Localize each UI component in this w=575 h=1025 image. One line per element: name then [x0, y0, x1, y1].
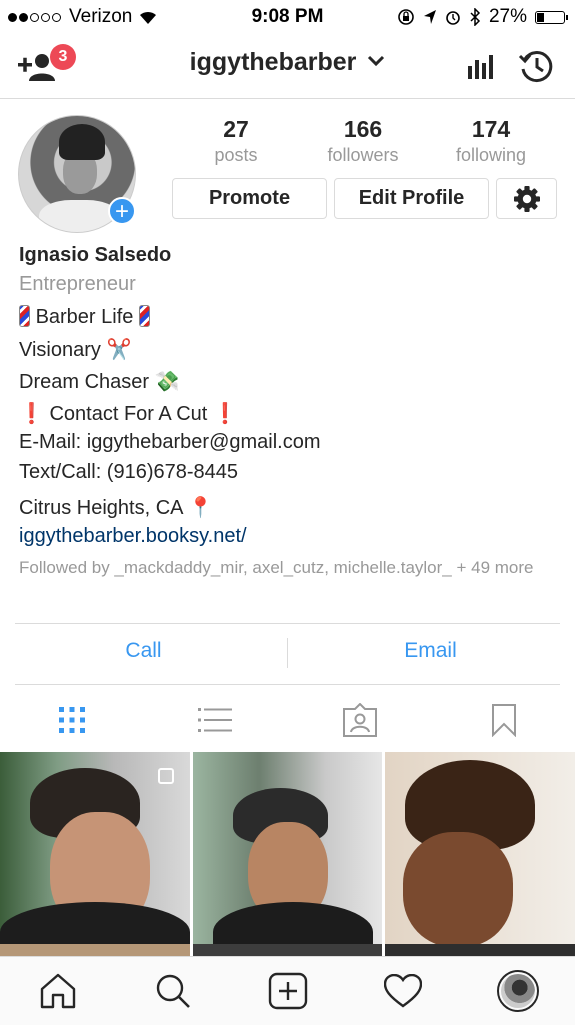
bottom-nav: [0, 956, 575, 1025]
bluetooth-icon: [470, 8, 481, 26]
nav-activity[interactable]: [345, 971, 460, 1011]
followed-by[interactable]: Followed by _mackdaddy_mir, axel_cutz, m…: [19, 557, 559, 579]
bio-line1-text: Barber Life: [35, 306, 134, 328]
add-story-button[interactable]: +: [108, 197, 136, 225]
nav-profile[interactable]: [460, 970, 575, 1012]
posts-count[interactable]: 27 posts: [181, 116, 291, 166]
bio-line4-text: Contact For A Cut: [49, 403, 208, 425]
avatar-thumbnail: [500, 974, 535, 1008]
list-icon: [197, 708, 232, 732]
profile-header: 3 iggythebarber: [0, 34, 575, 99]
website-link[interactable]: iggythebarber.booksy.net/: [19, 525, 247, 548]
following-number: 174: [471, 116, 511, 142]
following-count[interactable]: 174 following: [436, 116, 546, 166]
home-icon: [40, 973, 75, 1009]
action-divider-bottom: [15, 684, 560, 685]
username-title: iggythebarber: [189, 48, 357, 76]
photo-tile[interactable]: [385, 752, 575, 944]
exclamation-icon: ❗: [19, 403, 44, 425]
bio-line-contact: ❗ Contact For A Cut ❗: [19, 401, 238, 426]
chevron-down-icon: [368, 55, 385, 67]
battery-icon: [535, 10, 568, 24]
photo-tile[interactable]: [193, 752, 382, 944]
add-post-icon: [268, 972, 307, 1010]
tab-saved[interactable]: [432, 700, 575, 740]
category: Entrepreneur: [19, 273, 136, 295]
insights-icon[interactable]: [466, 52, 494, 80]
status-right: 27%: [397, 6, 568, 28]
saved-icon: [491, 704, 516, 737]
location-icon: [423, 10, 436, 24]
avatar-hair: [59, 124, 105, 160]
nav-home[interactable]: [0, 971, 115, 1011]
photo-tile-partial[interactable]: [0, 944, 190, 956]
posts-label: posts: [214, 145, 258, 165]
search-icon: [156, 974, 190, 1008]
followers-count[interactable]: 166 followers: [308, 116, 418, 166]
promote-button[interactable]: Promote: [172, 178, 327, 219]
photo-tile-partial[interactable]: [193, 944, 382, 956]
bio-line-visionary: Visionary ✂️: [19, 339, 132, 361]
status-bar: Verizon 9:08 PM 27%: [0, 0, 575, 34]
profile-avatar: [496, 970, 539, 1012]
battery-percent: 27%: [488, 6, 527, 27]
call-button[interactable]: Call: [0, 639, 287, 663]
action-divider-top: [15, 623, 560, 624]
tab-list[interactable]: [143, 700, 286, 740]
photo-cape: [0, 902, 190, 944]
followers-number: 166: [343, 116, 383, 142]
nav-search[interactable]: [115, 971, 230, 1011]
archive-history-icon[interactable]: [518, 49, 554, 83]
bio-location: Citrus Heights, CA 📍: [19, 497, 213, 519]
photo-tile-partial[interactable]: [385, 944, 575, 956]
photo-tile[interactable]: [0, 752, 190, 944]
bio-email: E-Mail: iggythebarber@gmail.com: [19, 431, 321, 453]
tagged-icon: [342, 703, 377, 737]
activity-heart-icon: [383, 974, 422, 1008]
posts-number: 27: [223, 116, 249, 142]
bio-line-dream-chaser: Dream Chaser 💸: [19, 371, 180, 393]
photo-face: [403, 832, 513, 944]
edit-profile-button[interactable]: Edit Profile: [334, 178, 489, 219]
grid-icon: [58, 707, 85, 733]
settings-button[interactable]: [496, 178, 557, 219]
display-name: Ignasio Salsedo: [19, 244, 172, 266]
rotation-lock-icon: [398, 9, 414, 25]
followers-label: followers: [327, 145, 399, 165]
photo-cape: [213, 902, 373, 944]
nav-add-post[interactable]: [230, 971, 345, 1011]
tab-tagged[interactable]: [288, 700, 431, 740]
following-label: following: [455, 145, 527, 165]
gear-icon: [513, 185, 540, 212]
exclamation-icon: ❗: [212, 403, 238, 425]
barber-pole-icon: [138, 305, 150, 327]
multi-photo-icon: [158, 768, 174, 784]
bio-phone: Text/Call: (916)678-8445: [19, 461, 239, 483]
email-button[interactable]: Email: [287, 639, 574, 663]
bio-line-barber-life: Barber Life: [19, 305, 150, 329]
barber-pole-icon: [19, 305, 30, 327]
alarm-icon: [446, 11, 460, 25]
avatar-shirt: [39, 200, 119, 232]
tab-grid[interactable]: [0, 700, 143, 740]
